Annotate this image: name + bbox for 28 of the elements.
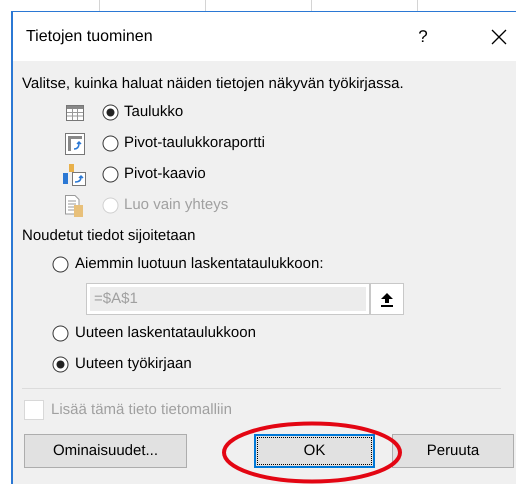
document-icon [65,194,85,216]
radio-button[interactable] [102,135,119,152]
pivot-chart-icon [63,164,87,186]
radio-button[interactable] [52,356,69,373]
radio-label: Pivot-kaavio [124,164,206,184]
radio-button[interactable] [52,325,69,342]
window-title: Tietojen tuominen [26,26,153,46]
instruction-text: Valitse, kuinka haluat näiden tietojen näkyvän työkirjassa. [22,74,405,94]
table-icon [66,104,84,120]
radio-label: Taulukko [124,102,184,122]
dialog-button[interactable]: OK [254,434,375,468]
collapse-button[interactable] [370,283,404,315]
up-arrow-icon [380,292,394,306]
radio-label: Uuteen työkirjaan [75,354,192,374]
radio-label: Uuteen laskentataulukkoon [75,323,256,344]
close-icon[interactable] [491,28,507,44]
help-button[interactable]: ? [413,24,433,50]
radio-label: Pivot-taulukkoraportti [124,133,265,154]
radio-button[interactable] [102,166,119,183]
section-heading: Noudetut tiedot sijoitetaan [22,226,196,246]
dialog-button[interactable]: Ominaisuudet... [24,434,187,468]
radio-label: Luo vain yhteys [124,195,228,216]
radio-label: Aiemmin luotuun laskentataulukkoon: [75,254,324,274]
pivot-table-icon [65,132,85,154]
radio-button[interactable] [52,256,69,273]
dialog-button[interactable]: Peruuta [392,434,514,468]
checkbox-label: Lisää tämä tieto tietomalliin [51,400,232,420]
radio-button[interactable] [102,104,119,121]
